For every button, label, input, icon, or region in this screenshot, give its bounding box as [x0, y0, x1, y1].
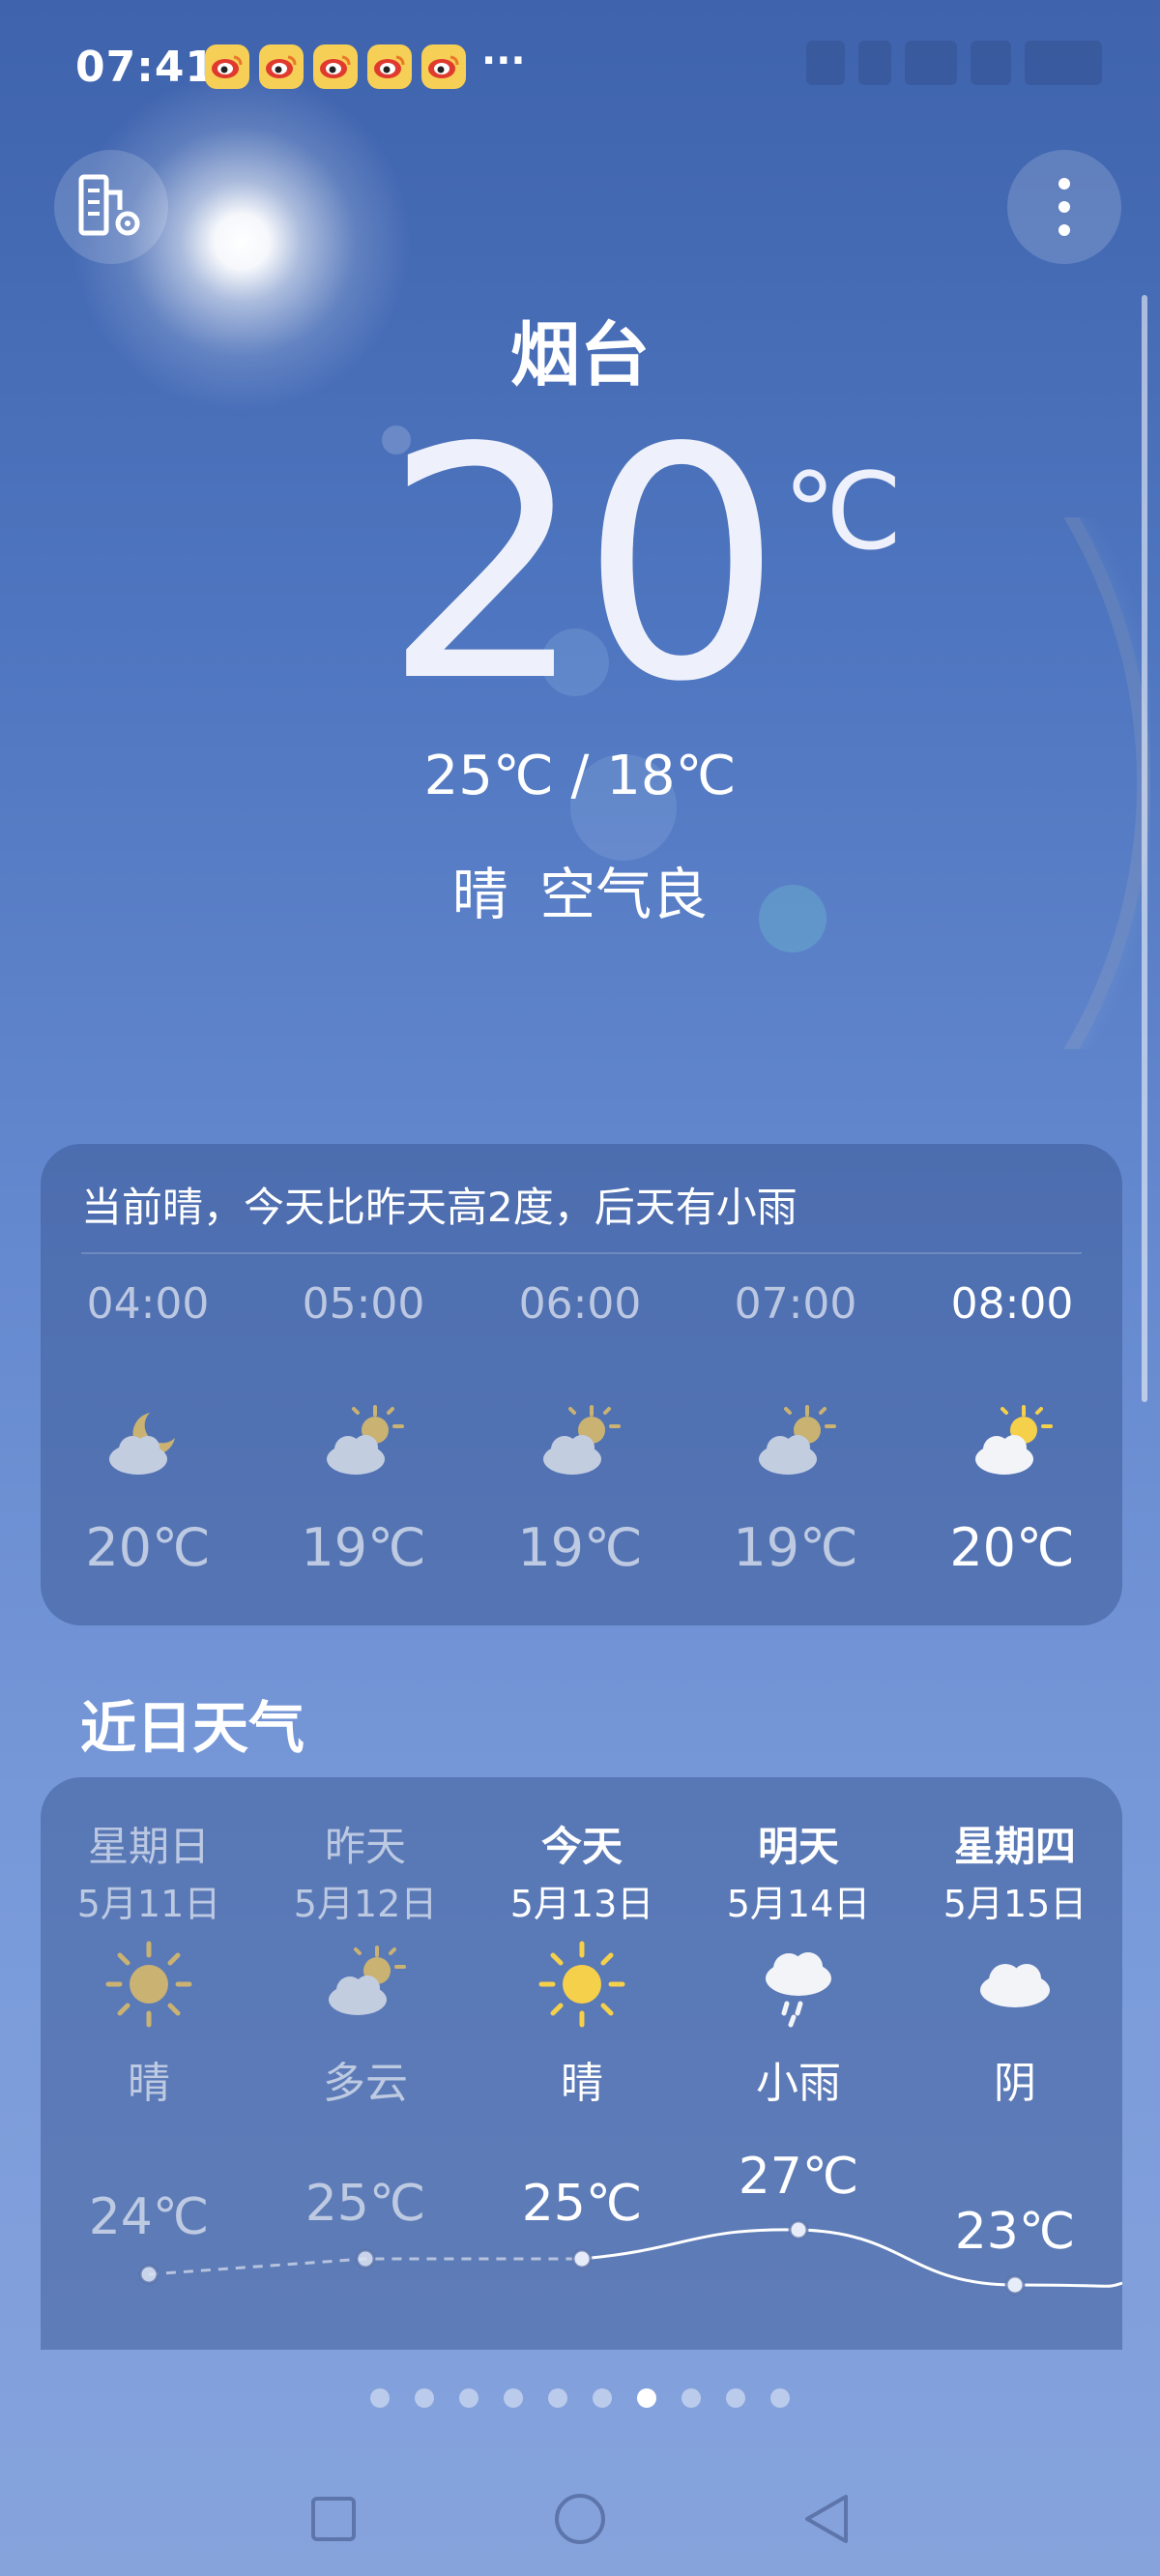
trend-temp-label: 25℃	[305, 2175, 426, 2233]
weibo-icon	[205, 44, 249, 89]
trend-temp-label: 27℃	[739, 2148, 859, 2206]
signal-icon	[806, 41, 845, 85]
trend-temp-label: 23℃	[955, 2203, 1076, 2261]
temperature-unit: ℃	[783, 450, 903, 573]
sun-cloud-icon	[543, 1405, 621, 1475]
navigation-bar	[0, 2456, 1160, 2576]
trend-point	[571, 2248, 593, 2269]
page-dot[interactable]	[682, 2388, 701, 2408]
weibo-icon	[421, 44, 466, 89]
hour-time: 06:00	[518, 1279, 642, 1329]
more-notifications-indicator: ···	[481, 39, 526, 83]
moon-cloud-icon	[109, 1413, 175, 1475]
notification-icons	[205, 44, 466, 89]
sun-cloud-icon	[327, 1405, 404, 1475]
home-button[interactable]	[536, 2475, 624, 2562]
hourly-item-current: 08:00 20℃	[920, 1279, 1104, 1578]
trend-point	[138, 2264, 160, 2285]
page-dot[interactable]	[548, 2388, 567, 2408]
daily-forecast-card[interactable]: 星期日 5月11日 晴 昨天 5月12日 多云 今天 5月13日 晴 明天 5月…	[41, 1777, 1122, 2350]
page-dot[interactable]	[415, 2388, 434, 2408]
status-time: 07:41	[75, 43, 217, 92]
trend-point	[1004, 2274, 1026, 2296]
hourly-item: 04:00 20℃	[56, 1279, 240, 1578]
page-dot[interactable]	[504, 2388, 523, 2408]
current-temperature: 20	[383, 380, 783, 751]
city-manage-icon	[78, 174, 140, 236]
page-dot[interactable]	[726, 2388, 745, 2408]
temperature-range: 25℃ / 18℃	[423, 745, 737, 807]
divider	[81, 1252, 1082, 1254]
temperature-trend-chart: 24℃ 25℃ 25℃ 27℃ 23℃	[89, 2148, 1122, 2296]
page-dot[interactable]	[770, 2388, 790, 2408]
hour-time: 07:00	[734, 1279, 857, 1329]
section-title-recent-weather: 近日天气	[80, 1695, 305, 1761]
more-options-button[interactable]	[1007, 150, 1121, 264]
signal-icon	[858, 41, 891, 85]
page-dot[interactable]	[370, 2388, 390, 2408]
trend-point	[355, 2248, 376, 2269]
status-bar: 07:41 ···	[0, 0, 1160, 135]
weibo-icon	[367, 44, 412, 89]
trend-temp-label: 25℃	[522, 2175, 643, 2233]
sun-cloud-icon	[759, 1405, 836, 1475]
trend-temp-label: 24℃	[89, 2188, 210, 2246]
trend-point	[788, 2219, 809, 2240]
wifi-icon	[905, 41, 957, 85]
more-vertical-icon	[1058, 178, 1070, 236]
forecast-summary: 当前晴，今天比昨天高2度，后天有小雨	[81, 1184, 798, 1231]
square-icon	[311, 2497, 356, 2541]
hour-temp: 19℃	[517, 1517, 643, 1578]
page-indicator[interactable]	[0, 2388, 1160, 2408]
hour-temp: 20℃	[949, 1517, 1075, 1578]
hourly-item: 07:00 19℃	[704, 1279, 887, 1578]
page-dot[interactable]	[637, 2388, 656, 2408]
hourly-item: 06:00 19℃	[488, 1279, 672, 1578]
hourly-item: 05:00 19℃	[272, 1279, 455, 1578]
hour-time: 08:00	[950, 1279, 1074, 1329]
page-dot[interactable]	[593, 2388, 612, 2408]
weibo-icon	[259, 44, 304, 89]
weibo-icon	[313, 44, 358, 89]
hour-temp: 19℃	[301, 1517, 426, 1578]
sun-cloud-icon	[975, 1405, 1053, 1475]
battery-icon	[1025, 41, 1102, 85]
weather-condition: 晴 空气良	[451, 862, 709, 927]
page-dot[interactable]	[459, 2388, 478, 2408]
back-button[interactable]	[783, 2475, 870, 2562]
network-icon	[971, 41, 1011, 85]
triangle-back-icon	[805, 2495, 848, 2543]
hour-time: 04:00	[86, 1279, 210, 1329]
hour-time: 05:00	[302, 1279, 425, 1329]
hour-temp: 20℃	[85, 1517, 211, 1578]
status-indicators	[677, 41, 1102, 85]
city-manage-button[interactable]	[54, 150, 168, 264]
circle-icon	[555, 2494, 605, 2544]
hourly-forecast-card[interactable]: 当前晴，今天比昨天高2度，后天有小雨 04:00 20℃ 05:00 19℃ 0…	[41, 1144, 1122, 1625]
recent-apps-button[interactable]	[290, 2475, 377, 2562]
hour-temp: 19℃	[733, 1517, 858, 1578]
